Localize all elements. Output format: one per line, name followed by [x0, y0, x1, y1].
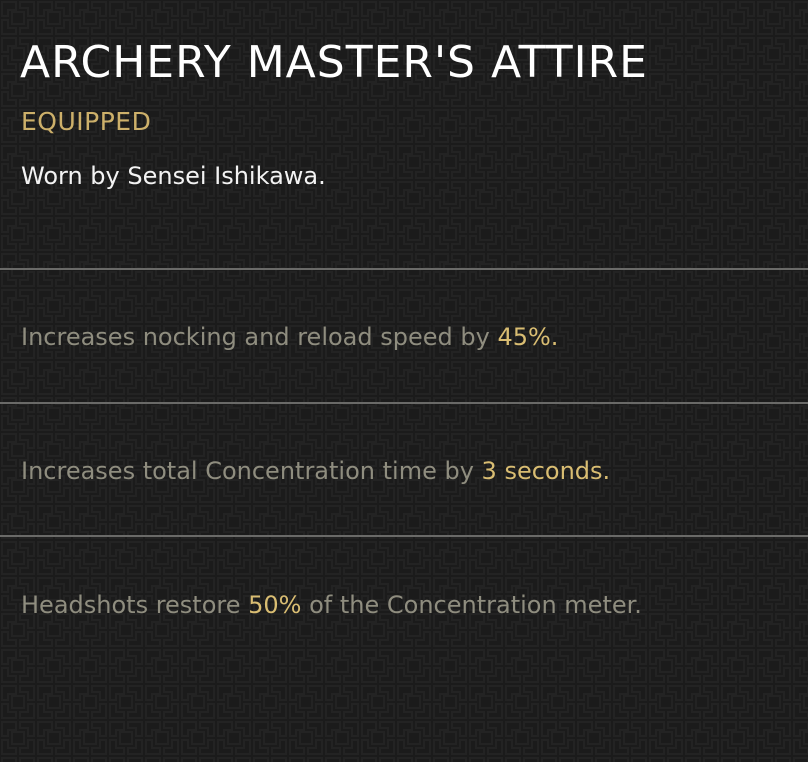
perk-value: 50%	[248, 591, 302, 619]
item-detail-panel: ARCHERY MASTER'S ATTIRE EQUIPPED Worn by…	[0, 0, 808, 762]
perk-value: 45%.	[497, 323, 559, 351]
divider	[0, 535, 808, 537]
perk-value: 3 seconds.	[481, 457, 611, 485]
perk-text: Increases total Concentration time by	[21, 457, 482, 485]
divider	[0, 402, 808, 404]
perk-text-suffix: of the Concentration meter.	[301, 591, 642, 619]
perk-concentration-time: Increases total Concentration time by 3 …	[21, 455, 610, 487]
equipped-status: EQUIPPED	[21, 107, 152, 136]
item-description: Worn by Sensei Ishikawa.	[21, 162, 326, 190]
perk-text: Headshots restore	[21, 591, 249, 619]
perk-nocking-speed: Increases nocking and reload speed by 45…	[21, 321, 558, 353]
perk-headshot-restore: Headshots restore 50% of the Concentrati…	[21, 589, 642, 621]
perk-text: Increases nocking and reload speed by	[21, 323, 498, 351]
divider	[0, 268, 808, 270]
item-title: ARCHERY MASTER'S ATTIRE	[20, 37, 648, 88]
